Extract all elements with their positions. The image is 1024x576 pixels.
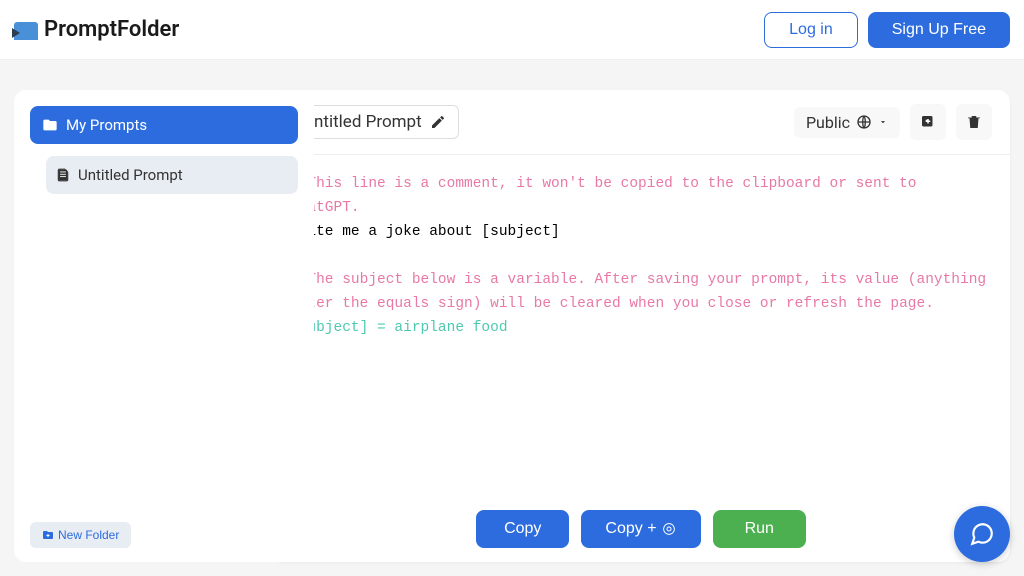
sidebar-item-label: Untitled Prompt — [78, 166, 183, 184]
new-folder-button[interactable]: New Folder — [30, 522, 131, 548]
document-icon — [56, 168, 70, 182]
sidebar-item-prompt[interactable]: Untitled Prompt — [46, 156, 298, 194]
footer-buttons: Copy Copy + Run — [272, 496, 1010, 562]
chat-icon — [969, 521, 995, 547]
folder-icon — [42, 117, 58, 133]
header: PromptFolder Log in Sign Up Free — [0, 0, 1024, 60]
visibility-selector[interactable]: Public — [794, 107, 900, 138]
login-button[interactable]: Log in — [764, 12, 858, 48]
run-button[interactable]: Run — [713, 510, 806, 548]
content-header: Untitled Prompt Public — [272, 90, 1010, 155]
content-panel: Untitled Prompt Public — [272, 90, 1010, 562]
logo-icon — [14, 20, 38, 40]
copy-button[interactable]: Copy — [476, 510, 569, 548]
edit-icon — [430, 114, 446, 130]
code-variable-line: [subject] = airplane food — [290, 317, 992, 341]
duplicate-button[interactable] — [910, 104, 946, 140]
header-buttons: Log in Sign Up Free — [764, 12, 1010, 48]
globe-icon — [856, 114, 872, 130]
code-comment-1: # This line is a comment, it won't be co… — [290, 173, 992, 221]
prompt-title[interactable]: Untitled Prompt — [290, 105, 459, 139]
copy-plus-label: Copy + — [605, 520, 656, 538]
folder-plus-icon — [42, 529, 54, 541]
signup-button[interactable]: Sign Up Free — [868, 12, 1010, 48]
new-folder-label: New Folder — [58, 528, 119, 542]
prompt-title-text: Untitled Prompt — [303, 112, 422, 132]
sidebar-folder-my-prompts[interactable]: My Prompts — [30, 106, 298, 144]
sidebar: My Prompts Untitled Prompt New Folder — [14, 90, 314, 562]
visibility-label: Public — [806, 113, 850, 132]
brand-name: PromptFolder — [44, 17, 179, 42]
sidebar-folder-label: My Prompts — [66, 116, 147, 134]
content-header-actions: Public — [794, 104, 992, 140]
code-line-1: Write me a joke about [subject] — [290, 221, 992, 245]
help-button[interactable] — [954, 506, 1010, 562]
duplicate-icon — [919, 113, 937, 131]
chevron-down-icon — [878, 117, 888, 127]
main-container: My Prompts Untitled Prompt New Folder Un… — [0, 60, 1024, 576]
openai-icon — [661, 521, 677, 537]
trash-icon — [965, 113, 983, 131]
code-editor[interactable]: # This line is a comment, it won't be co… — [272, 155, 1010, 496]
logo[interactable]: PromptFolder — [14, 17, 179, 42]
copy-plus-button[interactable]: Copy + — [581, 510, 700, 548]
code-comment-2: # The subject below is a variable. After… — [290, 269, 992, 317]
delete-button[interactable] — [956, 104, 992, 140]
